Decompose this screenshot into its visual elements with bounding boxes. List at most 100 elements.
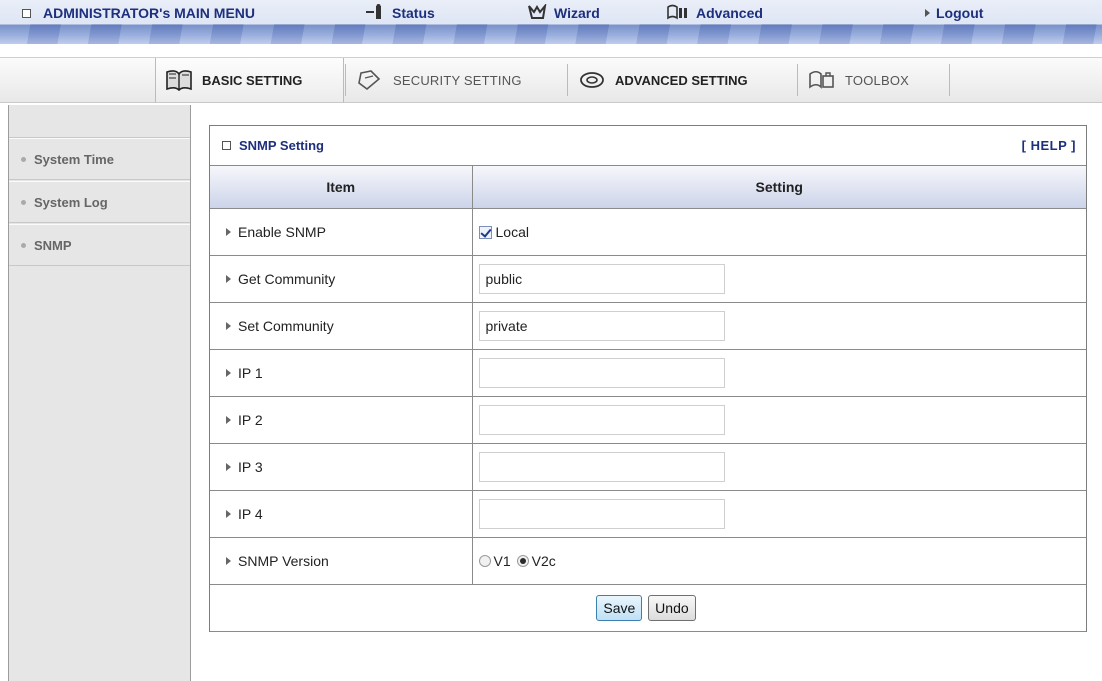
top-bar-stripe xyxy=(0,24,1102,44)
sidebar-item-label: SNMP xyxy=(34,237,72,253)
tab-basic-setting[interactable]: BASIC SETTING xyxy=(155,58,344,102)
toolbox-icon xyxy=(807,69,837,91)
wizard-label: Wizard xyxy=(554,5,600,21)
snmp-version-v1-radio[interactable] xyxy=(478,555,491,568)
button-cell: Save Undo xyxy=(210,584,1086,632)
bullet-icon xyxy=(21,199,26,205)
row-label-cell: Enable SNMP xyxy=(210,208,473,256)
ip1-input[interactable] xyxy=(478,357,725,388)
table-row: IP 1 xyxy=(210,349,1086,397)
save-button[interactable]: Save xyxy=(596,594,643,621)
triangle-bullet-icon xyxy=(226,321,231,330)
tab-security-setting-label: SECURITY SETTING xyxy=(393,72,522,88)
snmp-version-v2c-radio[interactable] xyxy=(516,555,529,568)
advanced-icon xyxy=(666,4,690,23)
sidebar-item-system-log[interactable]: System Log xyxy=(9,181,190,223)
row-label-cell: IP 3 xyxy=(210,443,473,491)
square-bullet-icon xyxy=(22,8,31,18)
get-community-label: Get Community xyxy=(238,270,336,287)
row-label-cell: IP 2 xyxy=(210,396,473,444)
tab-advanced-setting[interactable]: ADVANCED SETTING xyxy=(569,58,796,102)
row-label-cell: IP 4 xyxy=(210,490,473,538)
triangle-bullet-icon xyxy=(226,556,231,565)
ip2-input[interactable] xyxy=(478,404,725,435)
snmp-setting-panel: SNMP Setting [ HELP ] Item Setting Enabl… xyxy=(209,125,1087,632)
ip4-input[interactable] xyxy=(478,498,725,529)
tab-divider xyxy=(567,64,568,96)
sidebar-item-system-time[interactable]: System Time xyxy=(9,138,190,180)
get-community-input[interactable] xyxy=(478,263,725,294)
sidebar: System Time System Log SNMP xyxy=(8,105,191,681)
row-label-cell: SNMP Version xyxy=(210,537,473,585)
sidebar-item-snmp[interactable]: SNMP xyxy=(9,224,190,266)
enable-snmp-local-checkbox[interactable] xyxy=(478,226,492,240)
top-menu-bar: ADMINISTRATOR's MAIN MENU Status Wizard … xyxy=(0,0,1102,44)
set-community-input[interactable] xyxy=(478,310,725,341)
panel-title-text: SNMP Setting xyxy=(239,138,324,153)
undo-button[interactable]: Undo xyxy=(648,594,696,621)
triangle-bullet-icon xyxy=(226,509,231,518)
settings-tab-row: BASIC SETTING SECURITY SETTING ADVANCED … xyxy=(0,57,1102,103)
enable-snmp-label: Enable SNMP xyxy=(238,223,326,240)
tab-toolbox-label: TOOLBOX xyxy=(845,72,910,88)
square-bullet-icon xyxy=(222,141,231,150)
triangle-bullet-icon xyxy=(226,274,231,283)
triangle-bullet-icon xyxy=(226,227,231,236)
advanced-link[interactable]: Advanced xyxy=(666,4,763,22)
table-row: IP 4 xyxy=(210,490,1086,538)
admin-main-menu-link[interactable]: ADMINISTRATOR's MAIN MENU xyxy=(22,4,255,22)
ip3-label: IP 3 xyxy=(238,458,263,475)
triangle-bullet-icon xyxy=(925,9,930,17)
snmp-version-label: SNMP Version xyxy=(238,552,329,569)
wizard-icon xyxy=(528,2,548,23)
advanced-setting-icon xyxy=(577,69,607,91)
column-header-setting: Setting xyxy=(472,166,1086,209)
set-community-label: Set Community xyxy=(238,317,334,334)
bullet-icon xyxy=(21,156,26,162)
ip2-label: IP 2 xyxy=(238,411,263,428)
book-icon xyxy=(164,69,194,92)
tab-divider xyxy=(949,64,950,96)
bullet-icon xyxy=(21,242,26,248)
table-row: Enable SNMP Local xyxy=(210,208,1086,256)
tab-basic-setting-label: BASIC SETTING xyxy=(202,72,303,88)
status-link[interactable]: Status xyxy=(364,3,435,23)
row-label-cell: Get Community xyxy=(210,255,473,303)
row-setting-cell xyxy=(472,302,1086,350)
table-row: Get Community xyxy=(210,255,1086,303)
local-checkbox-label: Local xyxy=(495,223,529,240)
row-label-cell: Set Community xyxy=(210,302,473,350)
table-row: Set Community xyxy=(210,302,1086,350)
row-setting-cell: V1 V2c xyxy=(472,537,1086,585)
table-row: IP 3 xyxy=(210,443,1086,491)
logout-link[interactable]: Logout xyxy=(925,4,983,22)
tab-security-setting[interactable]: SECURITY SETTING xyxy=(347,58,567,102)
sidebar-item-label: System Log xyxy=(34,194,108,210)
advanced-label: Advanced xyxy=(696,5,763,21)
table-header-row: Item Setting xyxy=(210,166,1086,209)
triangle-bullet-icon xyxy=(226,415,231,424)
tab-divider xyxy=(797,64,798,96)
help-link[interactable]: [ HELP ] xyxy=(1022,138,1076,153)
snmp-settings-table: Item Setting Enable SNMP Local Get Commu… xyxy=(210,166,1086,632)
wizard-link[interactable]: Wizard xyxy=(528,2,600,23)
ip3-input[interactable] xyxy=(478,451,725,482)
status-icon xyxy=(364,3,386,23)
row-setting-cell xyxy=(472,255,1086,303)
panel-title: SNMP Setting xyxy=(222,138,324,153)
ip1-label: IP 1 xyxy=(238,364,263,381)
v2c-radio-label: V2c xyxy=(531,553,556,570)
sidebar-item-label: System Time xyxy=(34,151,114,167)
v1-radio-label: V1 xyxy=(493,553,511,570)
triangle-bullet-icon xyxy=(226,462,231,471)
table-row: IP 2 xyxy=(210,396,1086,444)
row-setting-cell xyxy=(472,443,1086,491)
tab-toolbox[interactable]: TOOLBOX xyxy=(799,58,949,102)
row-setting-cell xyxy=(472,396,1086,444)
row-label-cell: IP 1 xyxy=(210,349,473,397)
row-setting-cell xyxy=(472,490,1086,538)
table-row: SNMP Version V1 V2c xyxy=(210,537,1086,585)
triangle-bullet-icon xyxy=(226,368,231,377)
row-setting-cell: Local xyxy=(472,208,1086,256)
ip4-label: IP 4 xyxy=(238,505,263,522)
